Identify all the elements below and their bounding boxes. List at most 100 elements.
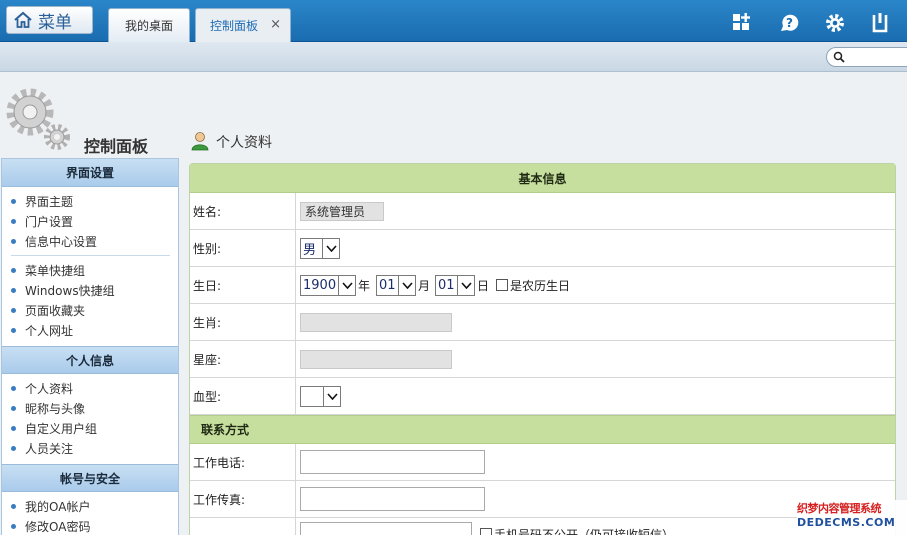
section-title: 个人信息 — [65, 353, 114, 368]
mobile-private-label: 手机号码不公开（仍可接收短信） — [494, 528, 675, 535]
work-phone-label: 工作电话: — [190, 444, 296, 480]
sidebar-item-oa-account[interactable]: 我的OA帐户 — [11, 496, 178, 516]
gender-value: 男 — [303, 242, 317, 258]
bullet-icon — [11, 307, 16, 313]
help-icon[interactable]: ? — [777, 11, 801, 35]
form-row-work-fax: 工作传真: — [190, 481, 895, 518]
work-fax-input[interactable] — [300, 487, 485, 511]
birth-year-select[interactable]: 1900 — [300, 274, 356, 296]
bullet-icon — [11, 385, 16, 391]
bullet-icon — [11, 218, 16, 224]
gender-label: 性别: — [190, 230, 296, 266]
sidebar-item-personal-urls[interactable]: 个人网址 — [11, 320, 178, 340]
section-contact: 联系方式 — [190, 415, 895, 444]
sidebar-item-label: 人员关注 — [25, 441, 74, 456]
add-app-icon[interactable] — [730, 11, 754, 35]
form-row-gender: 性别: 男 — [190, 230, 895, 267]
sidebar-item-label: 个人资料 — [25, 381, 74, 396]
sidebar-item-favorites[interactable]: 页面收藏夹 — [11, 300, 178, 320]
zodiac-label: 生肖: — [190, 304, 296, 340]
blood-type-label: 血型: — [190, 378, 296, 414]
name-label: 姓名: — [190, 193, 296, 229]
birthday-label: 生日: — [190, 267, 296, 303]
chevron-down-icon — [322, 238, 339, 258]
sidebar-item-label: 信息中心设置 — [25, 234, 98, 249]
sidebar-item-label: 门户设置 — [25, 214, 74, 229]
sidebar-item-label: 界面主题 — [25, 194, 74, 209]
side-list: 界面主题 门户设置 信息中心设置 菜单快捷组 Windows快捷组 页面收藏夹 … — [2, 187, 178, 346]
section-personal-info[interactable]: 个人信息 — [2, 346, 178, 374]
day-unit: 日 — [477, 278, 490, 293]
user-icon — [191, 132, 209, 151]
year-unit: 年 — [358, 278, 371, 293]
tab-my-desktop[interactable]: 我的桌面 — [108, 8, 190, 42]
sidebar-item-label: 自定义用户组 — [25, 421, 98, 436]
section-title: 联系方式 — [201, 423, 250, 437]
tab-control-panel[interactable]: 控制面板 × — [195, 8, 291, 42]
sidebar-item-menu-shortcuts[interactable]: 菜单快捷组 — [11, 260, 178, 280]
menu-button[interactable]: 菜单 — [6, 6, 93, 34]
sidebar-item-nickname-avatar[interactable]: 昵称与头像 — [11, 398, 178, 418]
name-value: 系统管理员 — [305, 204, 366, 219]
bullet-icon — [11, 287, 16, 293]
watermark-line2: DEDECMS.COM — [797, 516, 896, 529]
profile-form: 基本信息 姓名: 系统管理员 性别: 男 生日: 1900 年 01 月 01 … — [189, 163, 896, 535]
mobile-input[interactable] — [300, 522, 472, 535]
section-interface-settings[interactable]: 界面设置 — [2, 159, 178, 187]
sidebar-item-windows-shortcuts[interactable]: Windows快捷组 — [11, 280, 178, 300]
sidebar-item-change-password[interactable]: 修改OA密码 — [11, 516, 178, 535]
search-strip — [0, 42, 907, 72]
chevron-down-icon — [323, 386, 340, 406]
bullet-icon — [11, 327, 16, 333]
section-account-security[interactable]: 帐号与安全 — [2, 464, 178, 492]
birth-month-select[interactable]: 01 — [376, 274, 417, 296]
form-row-name: 姓名: 系统管理员 — [190, 193, 895, 230]
birth-month-value: 01 — [379, 277, 396, 293]
mobile-private-checkbox[interactable] — [480, 528, 492, 535]
lunar-birthday-checkbox[interactable] — [496, 279, 509, 291]
search-input[interactable] — [826, 47, 907, 67]
page-title: 个人资料 — [216, 135, 272, 151]
birth-day-select[interactable]: 01 — [435, 274, 476, 296]
tab-label: 控制面板 — [210, 19, 259, 33]
bullet-icon — [11, 405, 16, 411]
name-field: 系统管理员 — [300, 201, 384, 221]
bullet-icon — [11, 523, 16, 529]
logout-icon[interactable] — [868, 11, 892, 35]
form-row-birthday: 生日: 1900 年 01 月 01 日 是农历生日 — [190, 267, 895, 304]
zodiac-field — [300, 312, 452, 332]
section-basic-info: 基本信息 — [190, 164, 895, 193]
sidebar-item-profile[interactable]: 个人资料 — [11, 378, 178, 398]
section-title: 界面设置 — [65, 166, 114, 180]
chevron-down-icon — [398, 275, 415, 295]
sidebar-item-info-center[interactable]: 信息中心设置 — [11, 231, 178, 251]
close-icon[interactable]: × — [270, 17, 281, 32]
sidebar-item-portal[interactable]: 门户设置 — [11, 211, 178, 231]
sidebar-item-label: 修改OA密码 — [25, 519, 91, 534]
menu-label: 菜单 — [38, 12, 72, 33]
form-row-zodiac: 生肖: — [190, 304, 895, 341]
form-row-mobile: 手机号码不公开（仍可接收短信） — [190, 518, 895, 535]
sidebar: 界面设置 界面主题 门户设置 信息中心设置 菜单快捷组 Windows快捷组 页… — [1, 158, 179, 535]
svg-text:?: ? — [786, 16, 793, 30]
sidebar-item-followed-people[interactable]: 人员关注 — [11, 438, 178, 458]
constellation-label: 星座: — [190, 341, 296, 377]
mobile-label — [190, 518, 296, 535]
settings-gear-icon[interactable] — [823, 11, 847, 35]
gender-select[interactable]: 男 — [300, 237, 340, 259]
blood-type-select[interactable] — [300, 385, 341, 407]
work-fax-label: 工作传真: — [190, 481, 296, 517]
top-bar: 菜单 我的桌面 控制面板 × ? — [0, 0, 907, 42]
sidebar-item-label: 页面收藏夹 — [25, 303, 86, 318]
side-list: 我的OA帐户 修改OA密码 — [2, 492, 178, 535]
watermark-line1: 织梦内容管理系统 — [797, 502, 882, 515]
lunar-birthday-label: 是农历生日 — [510, 278, 571, 293]
work-phone-input[interactable] — [300, 450, 485, 474]
bullet-icon — [11, 198, 16, 204]
search-icon — [833, 51, 845, 63]
sidebar-item-theme[interactable]: 界面主题 — [11, 191, 178, 211]
birth-day-value: 01 — [438, 277, 455, 293]
divider — [11, 255, 170, 256]
sidebar-item-custom-groups[interactable]: 自定义用户组 — [11, 418, 178, 438]
chevron-down-icon — [457, 275, 474, 295]
